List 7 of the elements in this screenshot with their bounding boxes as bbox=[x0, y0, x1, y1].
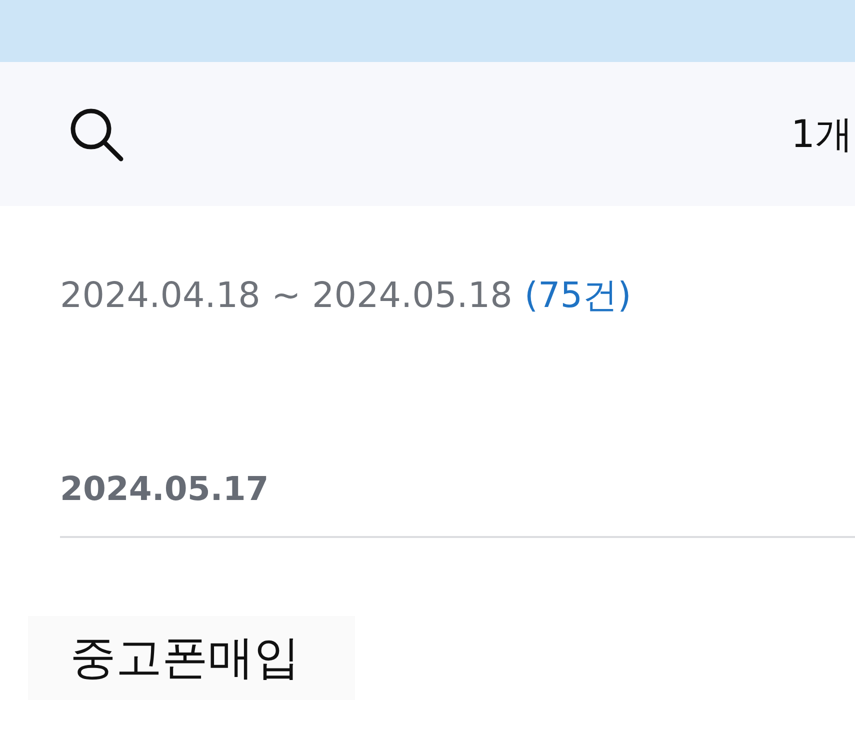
search-icon[interactable] bbox=[68, 106, 124, 162]
period-selector[interactable]: 1개 bbox=[790, 108, 853, 160]
result-count: (75건) bbox=[524, 275, 632, 318]
date-heading: 2024.05.17 bbox=[60, 469, 855, 538]
date-range: 2024.04.18 ~ 2024.05.18 bbox=[60, 276, 512, 316]
transaction-title: 중고폰매입 bbox=[70, 629, 300, 686]
transaction-item[interactable]: 중고폰매입 bbox=[28, 616, 355, 700]
